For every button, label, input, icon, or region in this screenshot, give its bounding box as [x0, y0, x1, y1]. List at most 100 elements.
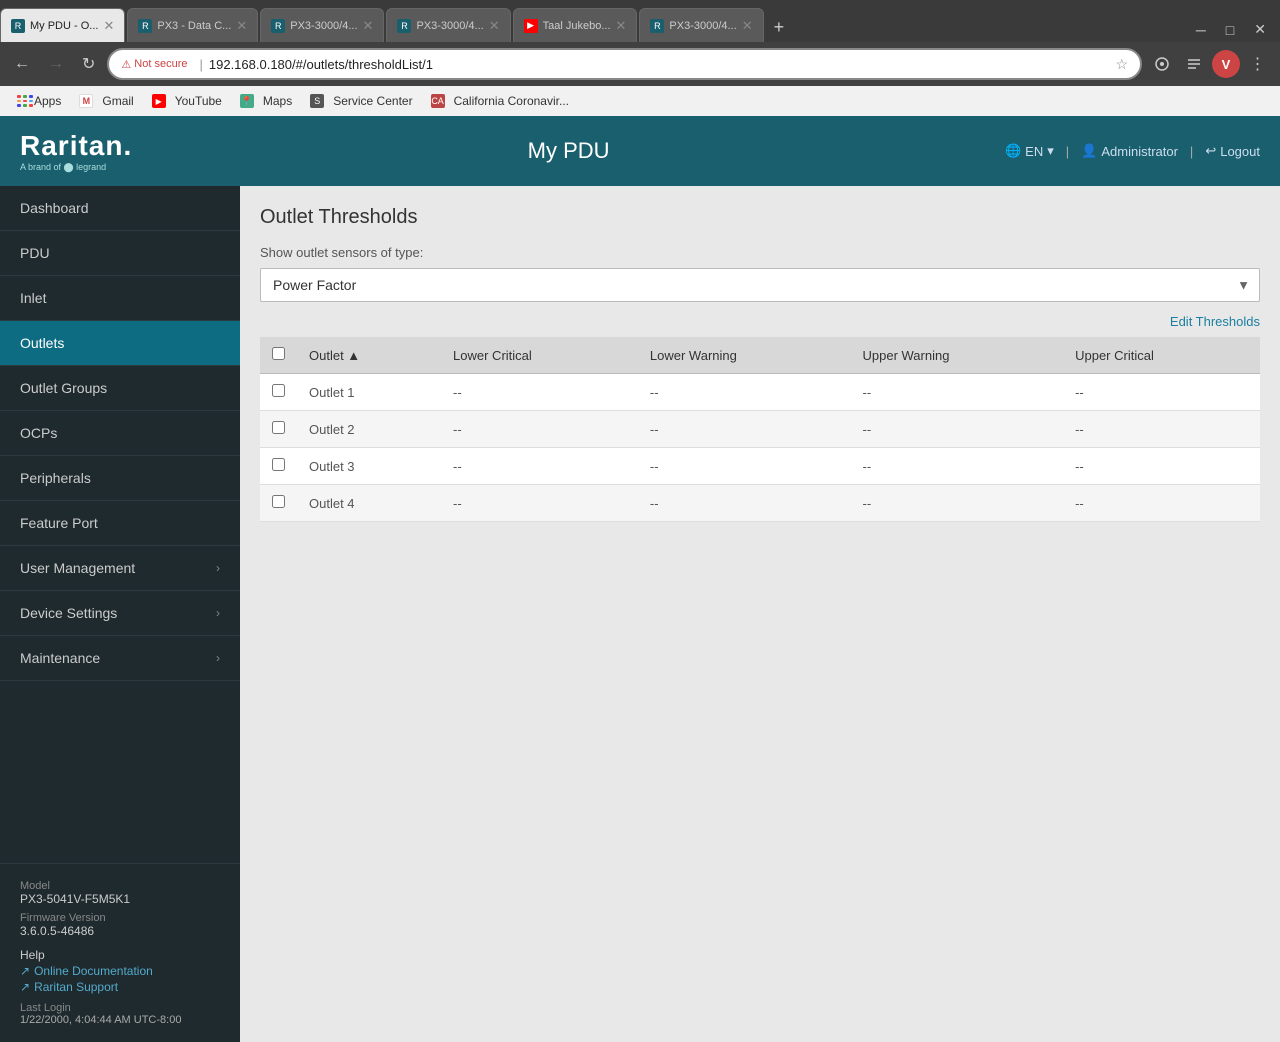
row-checkbox-1[interactable]: [272, 421, 285, 434]
main-layout: Dashboard PDU Inlet Outlets Outlet Group…: [0, 186, 1280, 1042]
model-value: PX3-5041V-F5M5K1: [20, 892, 220, 906]
bookmark-youtube[interactable]: ▶ YouTube: [144, 91, 230, 111]
sidebar-item-maintenance[interactable]: Maintenance ›: [0, 636, 240, 681]
tab-search-button[interactable]: [1180, 50, 1208, 78]
sidebar-item-pdu[interactable]: PDU: [0, 231, 240, 276]
row-outlet-0: Outlet 1: [297, 374, 441, 411]
sidebar-item-dashboard[interactable]: Dashboard: [0, 186, 240, 231]
online-doc-link[interactable]: ↗ Online Documentation: [20, 964, 220, 978]
col-header-outlet[interactable]: Outlet ▲: [297, 337, 441, 374]
row-upper-warning-0: --: [851, 374, 1064, 411]
sidebar-item-outlet-groups[interactable]: Outlet Groups: [0, 366, 240, 411]
sidebar-item-inlet[interactable]: Inlet: [0, 276, 240, 321]
sidebar-item-peripherals[interactable]: Peripherals: [0, 456, 240, 501]
content-area: Outlet Thresholds Show outlet sensors of…: [240, 186, 1280, 1042]
row-upper-warning-3: --: [851, 485, 1064, 522]
sidebar-label-dashboard: Dashboard: [20, 200, 89, 216]
sidebar-label-outlet-groups: Outlet Groups: [20, 380, 107, 396]
row-lower-warning-2: --: [638, 448, 851, 485]
nav-icon-group: V ⋮: [1148, 50, 1272, 78]
row-checkbox-2[interactable]: [272, 458, 285, 471]
minimize-button[interactable]: ─: [1190, 18, 1212, 42]
last-login-label: Last Login: [20, 1002, 220, 1014]
logo-subtitle: A brand of ⬤ legrand: [20, 162, 132, 173]
tab-favicon-px34: R: [397, 19, 411, 33]
app-header: Raritan. A brand of ⬤ legrand My PDU 🌐 E…: [0, 116, 1280, 186]
tab-close-yt[interactable]: ✕: [616, 18, 627, 34]
bookmark-gmail-label: Gmail: [102, 94, 133, 108]
tab-mypdu[interactable]: R My PDU - O... ✕: [0, 8, 125, 42]
youtube-favicon: ▶: [152, 94, 166, 108]
maximize-button[interactable]: □: [1220, 18, 1240, 42]
user-button[interactable]: 👤 Administrator: [1081, 143, 1178, 159]
row-checkbox-3[interactable]: [272, 495, 285, 508]
sidebar-label-device-settings: Device Settings: [20, 605, 117, 621]
tab-close-mypdu[interactable]: ✕: [103, 18, 114, 34]
bookmark-star-button[interactable]: ☆: [1115, 56, 1128, 73]
sidebar-label-feature-port: Feature Port: [20, 515, 98, 531]
row-lower-warning-3: --: [638, 485, 851, 522]
tab-px3-4[interactable]: R PX3-3000/4... ✕: [386, 8, 510, 42]
bookmark-service-label: Service Center: [333, 94, 412, 108]
table-header-row: Outlet ▲ Lower Critical Lower Warning Up…: [260, 337, 1260, 374]
bookmark-maps[interactable]: 📍 Maps: [232, 91, 300, 111]
forward-button[interactable]: →: [42, 51, 70, 77]
header-divider-1: |: [1066, 144, 1069, 159]
filter-label: Show outlet sensors of type:: [260, 245, 1260, 260]
sidebar-label-outlets: Outlets: [20, 335, 64, 351]
sidebar-item-user-management[interactable]: User Management ›: [0, 546, 240, 591]
sidebar-item-outlets[interactable]: Outlets: [0, 321, 240, 366]
header-divider-2: |: [1190, 144, 1193, 159]
address-bar[interactable]: ⚠ Not secure | 192.168.0.180/#/outlets/t…: [107, 48, 1142, 80]
row-lower-warning-1: --: [638, 411, 851, 448]
sidebar-item-ocps[interactable]: OCPs: [0, 411, 240, 456]
back-button[interactable]: ←: [8, 51, 36, 77]
maps-favicon: 📍: [240, 94, 254, 108]
sidebar-item-feature-port[interactable]: Feature Port: [0, 501, 240, 546]
close-window-button[interactable]: ✕: [1248, 17, 1272, 42]
user-avatar-button[interactable]: V: [1212, 50, 1240, 78]
select-all-checkbox[interactable]: [272, 347, 285, 360]
tab-title-mypdu: My PDU - O...: [30, 20, 98, 32]
header-checkbox-cell: [260, 337, 297, 374]
tab-bar: R My PDU - O... ✕ R PX3 - Data C... ✕ R …: [0, 0, 1280, 42]
row-checkbox-0[interactable]: [272, 384, 285, 397]
warning-triangle-icon: ⚠: [121, 58, 131, 71]
logout-button[interactable]: ↩ Logout: [1205, 143, 1260, 159]
col-header-upper-critical: Upper Critical: [1063, 337, 1260, 374]
tab-close-px34[interactable]: ✕: [489, 18, 500, 34]
raritan-support-link[interactable]: ↗ Raritan Support: [20, 980, 220, 994]
logo: Raritan. A brand of ⬤ legrand: [20, 130, 132, 173]
tab-close-px3data[interactable]: ✕: [236, 18, 247, 34]
page-title: Outlet Thresholds: [260, 206, 1260, 229]
sidebar-label-user-management: User Management: [20, 560, 135, 576]
edit-thresholds-button[interactable]: Edit Thresholds: [1170, 314, 1260, 329]
row-lower-critical-2: --: [441, 448, 638, 485]
sidebar-item-device-settings[interactable]: Device Settings ›: [0, 591, 240, 636]
bookmark-corona[interactable]: CA California Coronavir...: [423, 91, 577, 111]
tab-favicon-px3data: R: [138, 19, 152, 33]
extensions-button[interactable]: [1148, 50, 1176, 78]
row-lower-critical-3: --: [441, 485, 638, 522]
more-menu-button[interactable]: ⋮: [1244, 50, 1272, 78]
new-tab-button[interactable]: +: [766, 13, 793, 42]
app: Raritan. A brand of ⬤ legrand My PDU 🌐 E…: [0, 116, 1280, 1042]
browser-chrome: R My PDU - O... ✕ R PX3 - Data C... ✕ R …: [0, 0, 1280, 116]
tab-px3-data[interactable]: R PX3 - Data C... ✕: [127, 8, 258, 42]
reload-button[interactable]: ↻: [76, 50, 101, 78]
tab-px3-6[interactable]: R PX3-3000/4... ✕: [639, 8, 763, 42]
tab-close-px33[interactable]: ✕: [363, 18, 374, 34]
bookmark-corona-label: California Coronavir...: [454, 94, 569, 108]
tab-favicon-px36: R: [650, 19, 664, 33]
url-text: 192.168.0.180/#/outlets/thresholdList/1: [209, 57, 1116, 72]
bookmark-service-center[interactable]: S Service Center: [302, 91, 420, 111]
tab-close-px36[interactable]: ✕: [742, 18, 753, 34]
row-lower-critical-0: --: [441, 374, 638, 411]
tab-youtube[interactable]: ▶ Taal Jukebo... ✕: [513, 8, 638, 42]
sensor-type-select[interactable]: Power Factor RMS Current RMS Voltage Act…: [260, 268, 1260, 302]
bookmark-gmail[interactable]: M Gmail: [71, 91, 141, 111]
tab-px3-3[interactable]: R PX3-3000/4... ✕: [260, 8, 384, 42]
language-button[interactable]: 🌐 EN ▾: [1005, 143, 1054, 159]
bookmark-apps[interactable]: Apps: [8, 91, 69, 111]
table-row: Outlet 3 -- -- -- --: [260, 448, 1260, 485]
